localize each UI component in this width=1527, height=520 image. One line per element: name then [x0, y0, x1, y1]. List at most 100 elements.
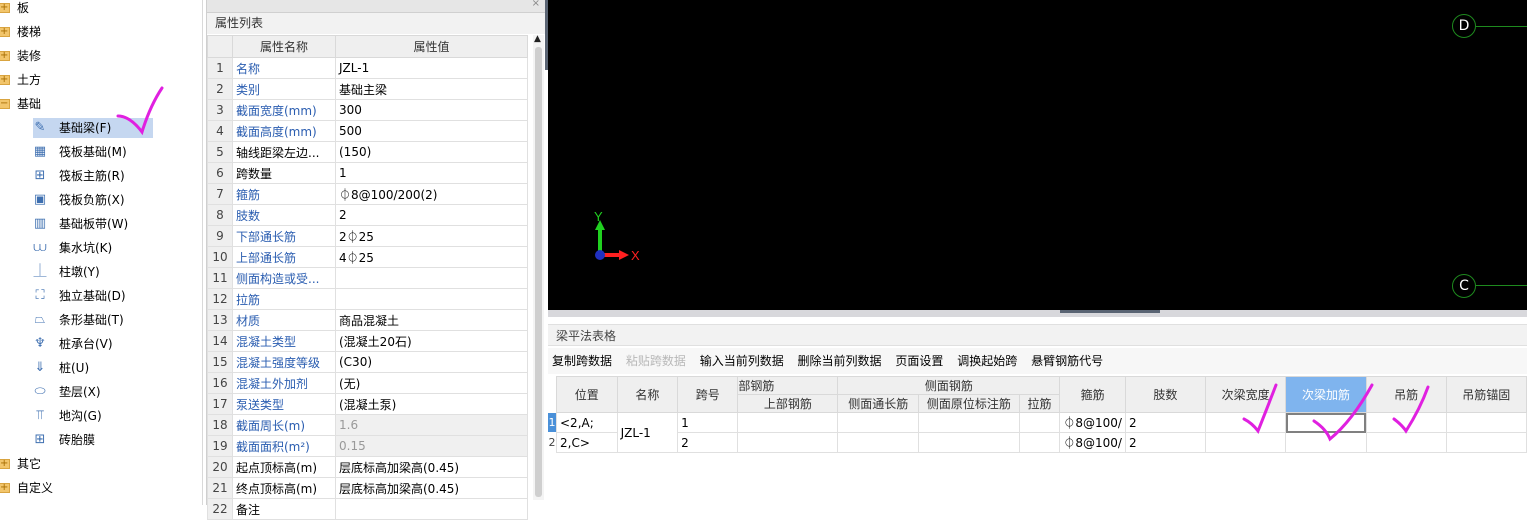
property-row[interactable]: 18 截面周长(m) 1.6: [207, 414, 528, 436]
cell-secondary-width[interactable]: [1204, 412, 1287, 433]
property-value[interactable]: [335, 267, 528, 289]
col-secondary-beam-add-rebar[interactable]: 次梁加筋: [1285, 376, 1367, 413]
input-column-data-button[interactable]: 输入当前列数据: [700, 354, 784, 368]
property-row[interactable]: 17 泵送类型 (混凝土泵): [207, 393, 528, 415]
cell-span[interactable]: 2: [677, 432, 739, 453]
row-number-2[interactable]: 2: [548, 433, 556, 452]
property-value[interactable]: ⏀8@100/200(2): [335, 183, 528, 205]
property-row[interactable]: 9 下部通长筋 2⏀25: [207, 225, 528, 247]
cell-side-long[interactable]: [837, 412, 920, 433]
col-hanger-rebar[interactable]: 吊筋: [1365, 376, 1447, 413]
tree-item-pencil[interactable]: ✎ 基础梁(F): [33, 118, 153, 138]
property-row[interactable]: 15 混凝土强度等级 (C30): [207, 351, 528, 373]
scroll-up-arrow-icon[interactable]: ▲: [534, 34, 541, 44]
property-value[interactable]: (C30): [335, 351, 528, 373]
cell-stirrup[interactable]: ⏀8@100/: [1059, 412, 1126, 433]
cell-stirrup[interactable]: ⏀8@100/: [1059, 432, 1126, 453]
property-value[interactable]: (混凝土泵): [335, 393, 528, 415]
col-position[interactable]: 位置: [556, 376, 618, 413]
cell-hanger-anchor[interactable]: [1445, 412, 1527, 433]
axis-label-c[interactable]: C: [1452, 274, 1476, 298]
col-side-long-rebar[interactable]: 侧面通长筋: [837, 394, 920, 413]
cell-hanger[interactable]: [1365, 432, 1447, 453]
cell-tie[interactable]: [1018, 432, 1061, 453]
property-row[interactable]: 11 侧面构造或受...: [207, 267, 528, 289]
property-value[interactable]: [335, 498, 528, 520]
cell-side-in-situ[interactable]: [918, 432, 1020, 453]
cell-position[interactable]: 2,C>: [556, 432, 618, 453]
delete-column-data-button[interactable]: 删除当前列数据: [798, 354, 882, 368]
property-value[interactable]: 300: [335, 99, 528, 121]
cell-side-in-situ[interactable]: [918, 412, 1020, 433]
axis-label-d[interactable]: D: [1452, 14, 1476, 38]
property-value[interactable]: 商品混凝土: [335, 309, 528, 331]
property-value[interactable]: (混凝土20石): [335, 330, 528, 352]
cell-legs[interactable]: 2: [1124, 412, 1206, 433]
property-row[interactable]: 20 起点顶标高(m) 层底标高加梁高(0.45): [207, 456, 528, 478]
close-icon[interactable]: ×: [532, 0, 540, 9]
copy-span-data-button[interactable]: 复制跨数据: [552, 354, 612, 368]
property-row[interactable]: 6 跨数量 1: [207, 162, 528, 184]
property-row[interactable]: 4 截面高度(mm) 500: [207, 120, 528, 142]
col-name[interactable]: 名称: [616, 376, 679, 413]
property-row[interactable]: 5 轴线距梁左边... (150): [207, 141, 528, 163]
property-value[interactable]: 2: [335, 204, 528, 226]
cell-top-rebar[interactable]: [737, 412, 839, 433]
cell-hanger-anchor[interactable]: [1445, 432, 1527, 453]
properties-scrollbar[interactable]: ▲: [533, 34, 544, 500]
property-row[interactable]: 1 名称 JZL-1: [207, 57, 528, 79]
property-row[interactable]: 13 材质 商品混凝土: [207, 309, 528, 331]
property-value[interactable]: (无): [335, 372, 528, 394]
cell-secondary-add-rebar[interactable]: [1285, 412, 1367, 433]
property-value[interactable]: 2⏀25: [335, 225, 528, 247]
cell-tie[interactable]: [1018, 412, 1061, 433]
property-value[interactable]: 层底标高加梁高(0.45): [335, 477, 528, 499]
table-row[interactable]: <2,A; JZL-1 1 ⏀8@100/ 2: [556, 412, 1527, 453]
col-tie-rebar[interactable]: 拉筋: [1018, 394, 1061, 413]
swap-start-span-button[interactable]: 调换起始跨: [957, 354, 1017, 368]
property-row[interactable]: 2 类别 基础主梁: [207, 78, 528, 100]
cell-top-rebar[interactable]: [737, 432, 839, 453]
col-top-rebar[interactable]: 上部钢筋: [737, 394, 839, 413]
col-hanger-anchor[interactable]: 吊筋锚固: [1445, 376, 1527, 413]
cantilever-rebar-code-button[interactable]: 悬臂钢筋代号: [1031, 354, 1103, 368]
cell-legs[interactable]: 2: [1124, 432, 1206, 453]
property-value[interactable]: JZL-1: [335, 57, 528, 79]
splitter-grip[interactable]: [1060, 310, 1160, 313]
property-row[interactable]: 19 截面面积(m²) 0.15: [207, 435, 528, 457]
scrollbar-thumb[interactable]: [535, 47, 542, 497]
horizontal-splitter[interactable]: [548, 310, 1527, 317]
col-secondary-beam-width[interactable]: 次梁宽度: [1204, 376, 1287, 413]
paste-span-data-button[interactable]: 粘贴跨数据: [626, 354, 686, 368]
property-value[interactable]: [335, 288, 528, 310]
cell-secondary-width[interactable]: [1204, 432, 1287, 453]
table-row[interactable]: 2,C> 2 ⏀8@100/ 2: [556, 432, 1527, 453]
cell-name[interactable]: JZL-1: [616, 412, 679, 453]
cell-span[interactable]: 1: [677, 412, 739, 433]
property-row[interactable]: 14 混凝土类型 (混凝土20石): [207, 330, 528, 352]
col-stirrup[interactable]: 箍筋: [1059, 376, 1126, 413]
property-row[interactable]: 3 截面宽度(mm) 300: [207, 99, 528, 121]
page-setup-button[interactable]: 页面设置: [895, 354, 943, 368]
cell-side-long[interactable]: [837, 432, 920, 453]
property-value[interactable]: 500: [335, 120, 528, 142]
cell-position[interactable]: <2,A;: [556, 412, 618, 433]
row-number-1[interactable]: 1: [548, 413, 556, 432]
col-legs[interactable]: 肢数: [1124, 376, 1206, 413]
property-value[interactable]: 4⏀25: [335, 246, 528, 268]
property-row[interactable]: 8 肢数 2: [207, 204, 528, 226]
property-row[interactable]: 16 混凝土外加剂 (无): [207, 372, 528, 394]
drawing-viewport[interactable]: D C Y X: [548, 0, 1527, 310]
property-row[interactable]: 12 拉筋: [207, 288, 528, 310]
property-row[interactable]: 21 终点顶标高(m) 层底标高加梁高(0.45): [207, 477, 528, 499]
property-row[interactable]: 10 上部通长筋 4⏀25: [207, 246, 528, 268]
col-side-in-situ-rebar[interactable]: 侧面原位标注筋: [918, 394, 1020, 413]
cell-hanger[interactable]: [1365, 412, 1447, 433]
property-value[interactable]: 层底标高加梁高(0.45): [335, 456, 528, 478]
property-value[interactable]: 基础主梁: [335, 78, 528, 100]
col-span[interactable]: 跨号: [677, 376, 739, 413]
property-value[interactable]: 1: [335, 162, 528, 184]
cell-secondary-add-rebar[interactable]: [1285, 432, 1367, 453]
property-value[interactable]: (150): [335, 141, 528, 163]
property-row[interactable]: 7 箍筋 ⏀8@100/200(2): [207, 183, 528, 205]
